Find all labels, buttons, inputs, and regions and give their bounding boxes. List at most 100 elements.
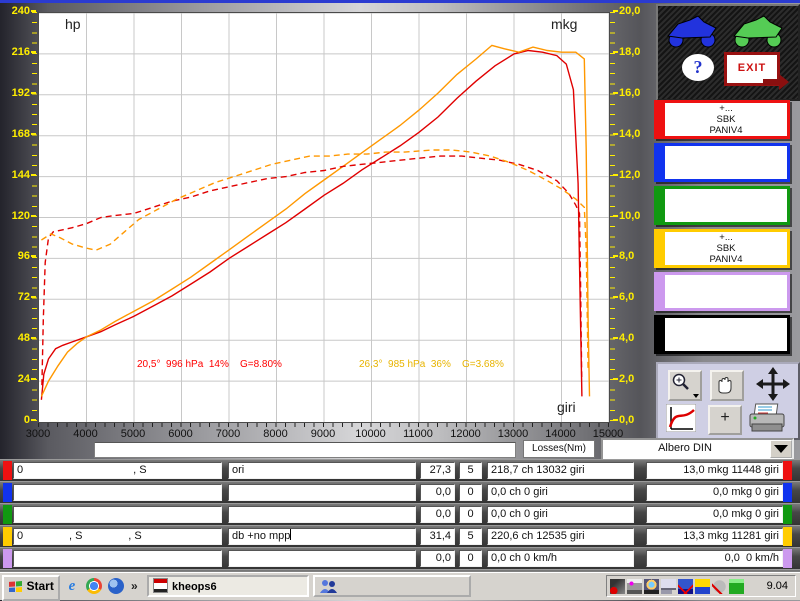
print-button[interactable]: [748, 402, 792, 434]
run-selector-list: +... SBK PANIV4+... SBK PANIV4: [654, 100, 786, 358]
table-row-5: 0,000,0 ch 0 km/h0,0 0 km/h: [0, 547, 800, 569]
left-axis-tick-label: 192: [0, 87, 36, 99]
row-peak-torque: 13,3 mkg 11281 giri: [646, 528, 783, 545]
run-selector-6[interactable]: [654, 315, 790, 354]
row-color-marker: [783, 461, 792, 480]
left-axis-tick-label: 144: [0, 169, 36, 181]
magnifier-icon: [670, 372, 696, 394]
help-icon[interactable]: ?: [682, 54, 714, 81]
system-tray: 9.04: [606, 575, 796, 597]
taskbar-task-kheops6[interactable]: kheops6: [147, 575, 309, 597]
tray-xear3d-icon[interactable]: [695, 579, 710, 594]
row-field-1[interactable]: [13, 506, 222, 523]
tray-network-error-icon[interactable]: [678, 579, 693, 594]
add-tool-button[interactable]: +: [708, 405, 742, 435]
quick-launch-overflow-chevron[interactable]: »: [131, 577, 138, 595]
dyno-curves: [39, 13, 609, 422]
row-temp-value[interactable]: 0,0: [420, 484, 455, 501]
row-temp-value[interactable]: 0,0: [420, 550, 455, 567]
run-selector-3[interactable]: [654, 186, 790, 225]
row-gear-value[interactable]: 5: [459, 528, 482, 545]
taskbar: Start e » kheops6 9.04: [0, 572, 800, 600]
row-peak-power: 0,0 ch 0 km/h: [487, 550, 634, 567]
users-icon: [319, 578, 339, 594]
tray-wireless-monitor-icon[interactable]: [661, 579, 676, 594]
row-gear-value[interactable]: 0: [459, 484, 482, 501]
table-row-3: 0,000,0 ch 0 giri0,0 mkg 0 giri: [0, 503, 800, 525]
row-temp-value[interactable]: 27,3: [420, 462, 455, 479]
tray-tool-blocked-icon[interactable]: [610, 579, 625, 594]
row-temp-value[interactable]: 31,4: [420, 528, 455, 545]
zoom-tool-button[interactable]: [668, 370, 702, 401]
curve-power-db-no-mpp: [41, 45, 589, 396]
x-axis-tick-label: 11000: [394, 428, 442, 440]
row-field-2[interactable]: [228, 506, 416, 523]
comment-input[interactable]: [94, 442, 516, 458]
row-field-1[interactable]: [13, 550, 222, 567]
row-peak-torque: 13,0 mkg 11448 giri: [646, 462, 783, 479]
row-field-2[interactable]: [228, 550, 416, 567]
giri-axis-title: giri: [557, 399, 576, 415]
row-peak-torque: 0,0 mkg 0 giri: [646, 506, 783, 523]
carbon-button-panel: ? EXIT: [656, 4, 800, 101]
hand-icon: [712, 372, 738, 395]
losses-label: Losses(Nm): [523, 440, 595, 458]
motorcycle-blue-icon[interactable]: [664, 10, 720, 50]
mkg-axis-title: mkg: [551, 16, 577, 32]
exit-button[interactable]: EXIT: [724, 52, 780, 86]
right-axis-tick-label: 16,0: [613, 87, 661, 99]
x-axis-tick-label: 10000: [347, 428, 395, 440]
run-selector-1[interactable]: +... SBK PANIV4: [654, 100, 790, 139]
start-label: Start: [27, 579, 54, 593]
row-color-marker: [3, 461, 12, 480]
row-field-2[interactable]: [228, 484, 416, 501]
left-axis-tick-label: 72: [0, 291, 36, 303]
row-color-marker: [3, 483, 12, 502]
row-field-2[interactable]: ori: [228, 462, 416, 479]
curve-tool-icon[interactable]: [666, 404, 696, 432]
x-axis-tick-label: 6000: [157, 428, 205, 440]
dyno-chart-plot[interactable]: hp mkg giri 20,5° 996 hPa 14% G=8.80%26,…: [38, 12, 610, 423]
row-gear-value[interactable]: 0: [459, 550, 482, 567]
row-gear-value[interactable]: 5: [459, 462, 482, 479]
row-gear-value[interactable]: 0: [459, 506, 482, 523]
run-selector-5[interactable]: [654, 272, 790, 311]
zoom-dropdown-arrow-icon: [693, 394, 699, 398]
browser-icon[interactable]: [86, 578, 102, 594]
taskbar-task-2[interactable]: [313, 575, 471, 597]
windows-logo-icon: [8, 579, 23, 592]
row-field-2[interactable]: db +no mpp: [228, 528, 416, 545]
tray-display-icon[interactable]: [644, 579, 659, 594]
shaft-select-button[interactable]: [770, 440, 792, 458]
row-temp-value[interactable]: 0,0: [420, 506, 455, 523]
curve-torque-db-no-mpp: [41, 150, 588, 371]
row-peak-power: 218,7 ch 13032 giri: [487, 462, 634, 479]
tray-printer-icon[interactable]: [627, 579, 642, 594]
left-axis-tick-label: 48: [0, 332, 36, 344]
move-tool-icon[interactable]: [754, 366, 792, 402]
left-axis-tick-label: 240: [0, 5, 36, 17]
run-selector-4[interactable]: +... SBK PANIV4: [654, 229, 790, 268]
pan-tool-button[interactable]: [710, 370, 744, 401]
row-field-1[interactable]: 0 , S: [13, 462, 222, 479]
weather-annotation: 26,3° 985 hPa 36% G=3.68%: [359, 359, 504, 370]
row-color-marker: [783, 527, 792, 546]
row-color-marker: [3, 527, 12, 546]
tray-muted-icon[interactable]: [712, 579, 727, 594]
x-axis-tick-label: 7000: [204, 428, 252, 440]
table-row-1: 0 , S ori27,35 218,7 ch 13032 giri 13,0 mkg…: [0, 459, 800, 481]
row-field-1[interactable]: [13, 484, 222, 501]
x-axis-minor-ticks: [38, 423, 609, 427]
row-color-marker: [783, 483, 792, 502]
internet-explorer-icon[interactable]: e: [64, 578, 80, 594]
left-axis-tick-label: 216: [0, 46, 36, 58]
x-axis-tick-label: 13000: [489, 428, 537, 440]
left-axis-tick-label: 96: [0, 250, 36, 262]
row-peak-torque: 0,0 mkg 0 giri: [646, 484, 783, 501]
quick-launch-app-icon[interactable]: [108, 578, 124, 594]
run-selector-2[interactable]: [654, 143, 790, 182]
start-button[interactable]: Start: [2, 575, 60, 601]
tray-storage-icon[interactable]: [729, 579, 744, 594]
motorcycle-green-icon[interactable]: [730, 10, 786, 50]
row-field-1[interactable]: 0 , S , S: [13, 528, 222, 545]
